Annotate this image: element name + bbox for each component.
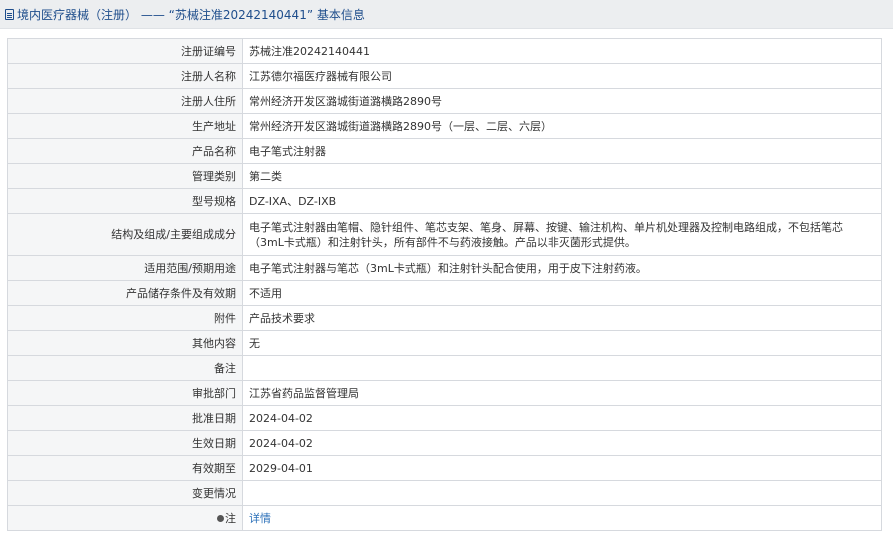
- table-row: 批准日期 2024-04-02: [7, 405, 882, 431]
- row-value: 电子笔式注射器由笔帽、隐针组件、笔芯支架、笔身、屏幕、按键、输注机构、单片机处理…: [242, 213, 882, 256]
- table-row: 其他内容无: [7, 330, 882, 356]
- table-row: 生效日期 2024-04-02: [7, 430, 882, 456]
- row-label: 其他内容: [7, 330, 243, 356]
- row-label: 生效日期: [7, 430, 243, 456]
- row-value: 江苏德尔福医疗器械有限公司: [242, 63, 882, 89]
- row-value: [242, 480, 882, 506]
- table-row: 变更情况: [7, 480, 882, 506]
- row-label: 型号规格: [7, 188, 243, 214]
- row-label: 管理类别: [7, 163, 243, 189]
- row-value: [242, 355, 882, 381]
- row-label: 注册人住所: [7, 88, 243, 114]
- row-value: 苏械注准20242140441: [242, 38, 882, 64]
- page-title: 境内医疗器械（注册） —— “苏械注准20242140441” 基本信息: [17, 7, 365, 22]
- row-label: 批准日期: [7, 405, 243, 431]
- row-value: 第二类: [242, 163, 882, 189]
- row-value: 无: [242, 330, 882, 356]
- table-row: 管理类别 第二类: [7, 163, 882, 189]
- note-row: 注 详情: [7, 505, 882, 531]
- note-label-cell: 注: [7, 505, 243, 531]
- registration-info-table: 注册证编号 苏械注准20242140441 注册人名称 江苏德尔福医疗器械有限公司 …: [7, 38, 882, 531]
- row-value: 不适用: [242, 280, 882, 306]
- row-value: 常州经济开发区潞城街道潞横路2890号: [242, 88, 882, 114]
- row-label: 产品储存条件及有效期: [7, 280, 243, 306]
- table-row: 适用范围/预期用途 电子笔式注射器与笔芯（3mL卡式瓶）和注射针头配合使用，用于皮…: [7, 255, 882, 281]
- row-value: 电子笔式注射器: [242, 138, 882, 164]
- table-row: 注册人住所 常州经济开发区潞城街道潞横路2890号: [7, 88, 882, 114]
- row-label: 生产地址: [7, 113, 243, 139]
- row-label: 产品名称: [7, 138, 243, 164]
- table-row: 注册人名称 江苏德尔福医疗器械有限公司: [7, 63, 882, 89]
- row-value: 电子笔式注射器与笔芯（3mL卡式瓶）和注射针头配合使用，用于皮下注射药液。: [242, 255, 882, 281]
- row-value: 2024-04-02: [242, 405, 882, 431]
- table-row: 有效期至 2029-04-01: [7, 455, 882, 481]
- row-label: 注册证编号: [7, 38, 243, 64]
- row-value: 江苏省药品监督管理局: [242, 380, 882, 406]
- table-row: 型号规格 DZ-IXA、DZ-IXB: [7, 188, 882, 214]
- row-label: 有效期至: [7, 455, 243, 481]
- row-label: 附件: [7, 305, 243, 331]
- table-row: 产品名称 电子笔式注射器: [7, 138, 882, 164]
- row-value: 常州经济开发区潞城街道潞横路2890号（一层、二层、六层）: [242, 113, 882, 139]
- table-row: 产品储存条件及有效期 不适用: [7, 280, 882, 306]
- page-header: 境内医疗器械（注册） —— “苏械注准20242140441” 基本信息: [0, 0, 893, 29]
- document-icon: [5, 8, 14, 20]
- details-link[interactable]: 详情: [249, 512, 271, 525]
- row-label: 变更情况: [7, 480, 243, 506]
- row-value: 2024-04-02: [242, 430, 882, 456]
- row-label: 备注: [7, 355, 243, 381]
- pin-icon: [217, 514, 224, 522]
- row-value: 2029-04-01: [242, 455, 882, 481]
- table-row: 结构及组成/主要组成成分 电子笔式注射器由笔帽、隐针组件、笔芯支架、笔身、屏幕、按…: [7, 213, 882, 256]
- row-label: 适用范围/预期用途: [7, 255, 243, 281]
- table-row: 附件 产品技术要求: [7, 305, 882, 331]
- table-row: 备注: [7, 355, 882, 381]
- note-value-cell: 详情: [242, 505, 882, 531]
- table-row: 注册证编号 苏械注准20242140441: [7, 38, 882, 64]
- table-row: 生产地址 常州经济开发区潞城街道潞横路2890号（一层、二层、六层）: [7, 113, 882, 139]
- row-label: 审批部门: [7, 380, 243, 406]
- note-label: 注: [225, 511, 236, 525]
- row-value: 产品技术要求: [242, 305, 882, 331]
- row-value: DZ-IXA、DZ-IXB: [242, 188, 882, 214]
- table-row: 审批部门 江苏省药品监督管理局: [7, 380, 882, 406]
- row-label: 注册人名称: [7, 63, 243, 89]
- row-label: 结构及组成/主要组成成分: [7, 213, 243, 256]
